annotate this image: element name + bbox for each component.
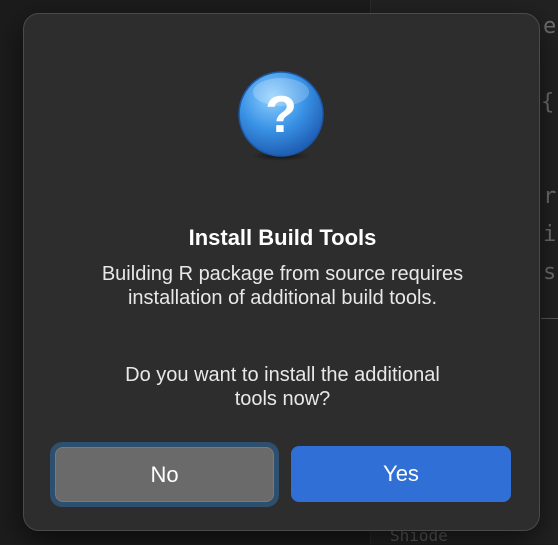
background-editor-text: i bbox=[543, 222, 557, 247]
dialog-title: Install Build Tools bbox=[188, 225, 377, 250]
dialog-message-line: Building R package from source requires bbox=[101, 263, 464, 285]
background-editor-text: s bbox=[543, 260, 557, 285]
background-editor-text: r bbox=[543, 184, 557, 209]
dialog-message-line: installation of additional build tools. bbox=[127, 287, 438, 309]
svg-text:?: ? bbox=[265, 86, 297, 144]
dialog-question-line: tools now? bbox=[234, 388, 331, 410]
background-editor-text: { bbox=[541, 90, 555, 115]
install-build-tools-dialog: ? Install Build Tools Building R package… bbox=[23, 13, 540, 531]
question-mark-icon: ? bbox=[238, 71, 324, 161]
dialog-question-line: Do you want to install the additional bbox=[125, 364, 440, 386]
background-divider bbox=[541, 318, 558, 319]
dialog-message: Building R package from source requires … bbox=[44, 262, 521, 310]
dialog-question: Do you want to install the additional to… bbox=[44, 363, 521, 411]
background-editor-text: e bbox=[543, 14, 557, 39]
no-button[interactable]: No bbox=[55, 447, 274, 502]
yes-button[interactable]: Yes bbox=[291, 446, 511, 502]
